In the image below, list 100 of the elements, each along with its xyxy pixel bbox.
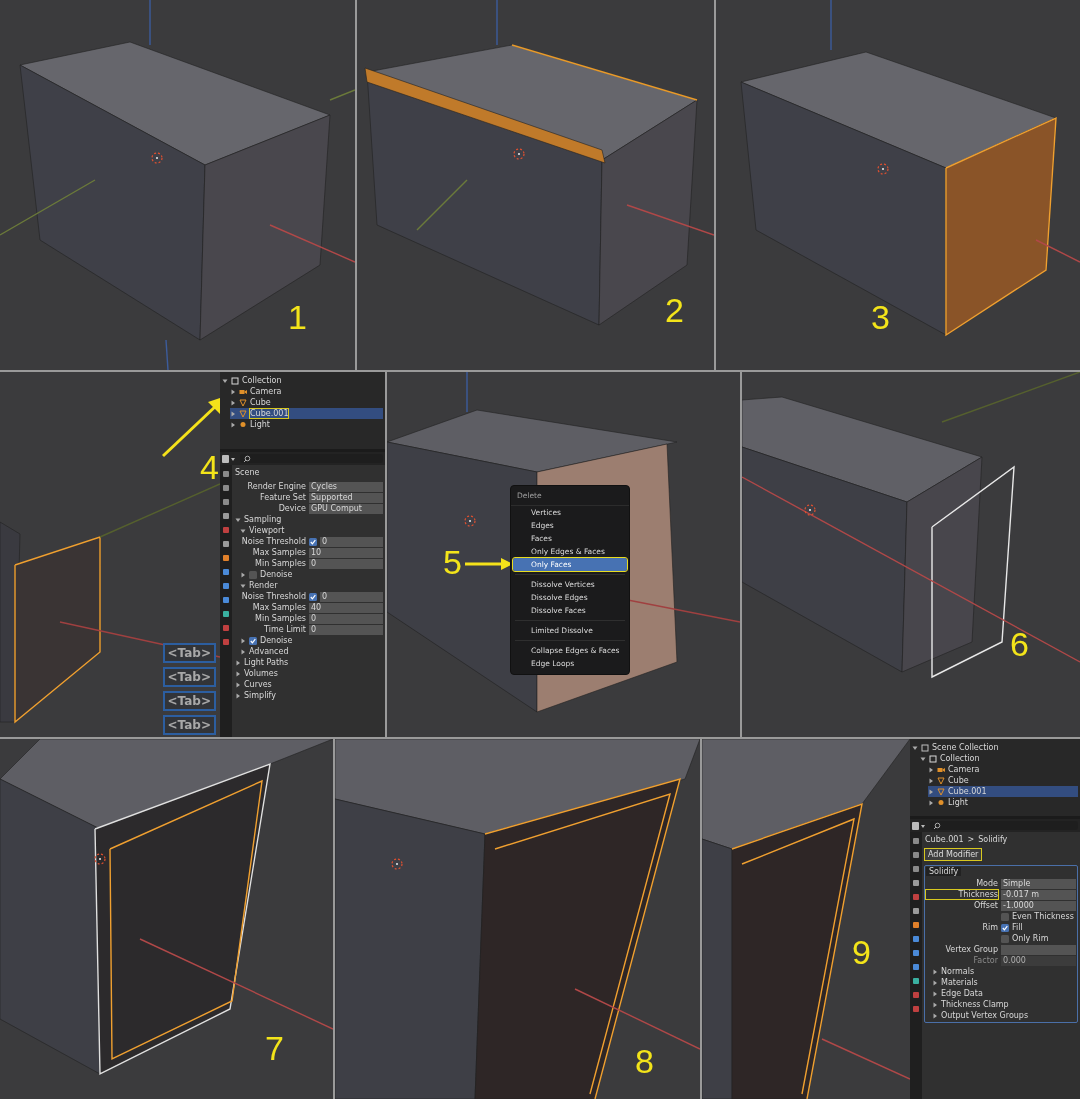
key-hint: <Tab> (162, 715, 216, 735)
checkbox[interactable] (309, 537, 317, 546)
property-label: Factor (972, 956, 998, 965)
panel-header[interactable]: Light Paths (244, 658, 289, 667)
collapsed-arrow-icon[interactable] (928, 799, 934, 806)
outliner-item[interactable]: Light (928, 797, 1078, 808)
outliner-item[interactable]: Scene Collection (912, 742, 1078, 753)
property-field[interactable]: 0 (320, 536, 383, 547)
outliner-item[interactable]: Camera (230, 386, 383, 397)
outliner-item[interactable]: Collection (920, 753, 1078, 764)
collapsed-arrow-icon[interactable] (240, 571, 246, 578)
key-hint: <Tab> (162, 643, 216, 663)
panel-header[interactable]: Curves (244, 680, 272, 689)
expanded-arrow-icon[interactable] (222, 377, 228, 384)
outliner-label: Scene Collection (932, 743, 999, 752)
bulb-icon (239, 420, 247, 429)
outliner-label: Cube (250, 398, 271, 407)
expanded-arrow-icon[interactable] (920, 755, 926, 762)
step-number: 1 (288, 300, 307, 334)
panel-header[interactable]: Viewport (249, 526, 285, 535)
collapsed-arrow-icon[interactable] (932, 979, 938, 986)
property-field[interactable]: Supported (309, 492, 383, 503)
search-field[interactable] (240, 454, 383, 463)
collapsed-arrow-icon[interactable] (235, 670, 241, 677)
outliner-item[interactable]: Camera (928, 764, 1078, 775)
add-modifier-button[interactable]: Add Modifier (924, 848, 983, 861)
panel-header[interactable]: Advanced (249, 647, 289, 656)
property-field[interactable]: Cycles (309, 481, 383, 492)
outliner-label: Cube.001 (250, 409, 289, 418)
breadcrumb-item: Cube.001 (925, 835, 964, 844)
collapsed-arrow-icon[interactable] (240, 637, 246, 644)
outliner-item[interactable]: Cube (928, 775, 1078, 786)
property-field[interactable]: 10 (309, 547, 383, 558)
property-field[interactable] (1001, 944, 1076, 955)
panel-header[interactable]: Normals (941, 967, 975, 976)
collapsed-arrow-icon[interactable] (932, 1001, 938, 1008)
property-field[interactable]: -1.0000 (1001, 900, 1076, 911)
expanded-arrow-icon[interactable] (912, 744, 918, 751)
breadcrumb-item: > (967, 835, 975, 844)
property-field[interactable]: 0 (309, 624, 383, 635)
panel-header[interactable]: Materials (941, 978, 978, 987)
property-field[interactable]: Simple (1001, 878, 1076, 889)
outliner-label: Cube.001 (948, 787, 987, 796)
property-field[interactable]: 40 (309, 602, 383, 613)
outliner-item[interactable]: Cube.001 (928, 786, 1078, 797)
property-label: Time Limit (263, 625, 306, 634)
property-field[interactable]: 0 (320, 591, 383, 602)
collapsed-arrow-icon[interactable] (928, 766, 934, 773)
outliner-item[interactable]: Cube.001 (230, 408, 383, 419)
property-field[interactable]: -0.017 m (1001, 889, 1076, 900)
editor-type-icon[interactable] (222, 454, 236, 463)
panel-header[interactable]: Render (249, 581, 278, 590)
step-number: 8 (635, 1044, 654, 1078)
property-field[interactable]: 0 (309, 558, 383, 569)
collapsed-arrow-icon[interactable] (235, 659, 241, 666)
collapsed-arrow-icon[interactable] (932, 990, 938, 997)
checkbox[interactable] (249, 636, 257, 645)
search-field[interactable] (930, 821, 1078, 830)
panel-header[interactable]: Sampling (244, 515, 282, 524)
editor-type-icon[interactable] (912, 821, 926, 830)
collapsed-arrow-icon[interactable] (240, 648, 246, 655)
outliner-item[interactable]: Collection (222, 375, 383, 386)
collapsed-arrow-icon[interactable] (235, 681, 241, 688)
outliner-item[interactable]: Cube (230, 397, 383, 408)
collapsed-arrow-icon[interactable] (230, 399, 236, 406)
step-number: 5 (443, 545, 462, 579)
collapsed-arrow-icon[interactable] (230, 421, 236, 428)
collapsed-arrow-icon[interactable] (230, 410, 236, 417)
property-field[interactable]: GPU Comput (309, 503, 383, 514)
expanded-arrow-icon[interactable] (240, 582, 246, 589)
checkbox[interactable] (249, 570, 257, 579)
search-icon (243, 454, 251, 463)
modifier-name-field[interactable]: Solidify (926, 867, 962, 876)
checkbox[interactable] (1001, 934, 1009, 943)
collapsed-arrow-icon[interactable] (932, 1012, 938, 1019)
panel-header[interactable]: Simplify (244, 691, 277, 700)
property-label: Min Samples (254, 614, 306, 623)
collapsed-arrow-icon[interactable] (928, 777, 934, 784)
expanded-arrow-icon[interactable] (240, 527, 246, 534)
collapsed-arrow-icon[interactable] (932, 968, 938, 975)
property-label: Thickness (926, 890, 998, 899)
checkbox[interactable] (309, 592, 317, 601)
panel-header[interactable]: Denoise (260, 636, 293, 645)
checkbox[interactable] (1001, 923, 1009, 932)
property-label: Offset (972, 901, 998, 910)
property-field[interactable]: 0 (309, 613, 383, 624)
panel-header[interactable]: Volumes (244, 669, 278, 678)
outliner-item[interactable]: Light (230, 419, 383, 430)
expanded-arrow-icon[interactable] (235, 516, 241, 523)
checkbox[interactable] (1001, 912, 1009, 921)
collapsed-arrow-icon[interactable] (230, 388, 236, 395)
panel-header[interactable]: Edge Data (941, 989, 983, 998)
outliner-label: Light (250, 420, 270, 429)
panel-header[interactable]: Denoise (260, 570, 293, 579)
outliner-label: Camera (948, 765, 980, 774)
panel-header[interactable]: Thickness Clamp (941, 1000, 1009, 1009)
panel-header[interactable]: Output Vertex Groups (941, 1011, 1029, 1020)
collapsed-arrow-icon[interactable] (235, 692, 241, 699)
pointer-arrow-icon (465, 558, 513, 570)
collapsed-arrow-icon[interactable] (928, 788, 934, 795)
